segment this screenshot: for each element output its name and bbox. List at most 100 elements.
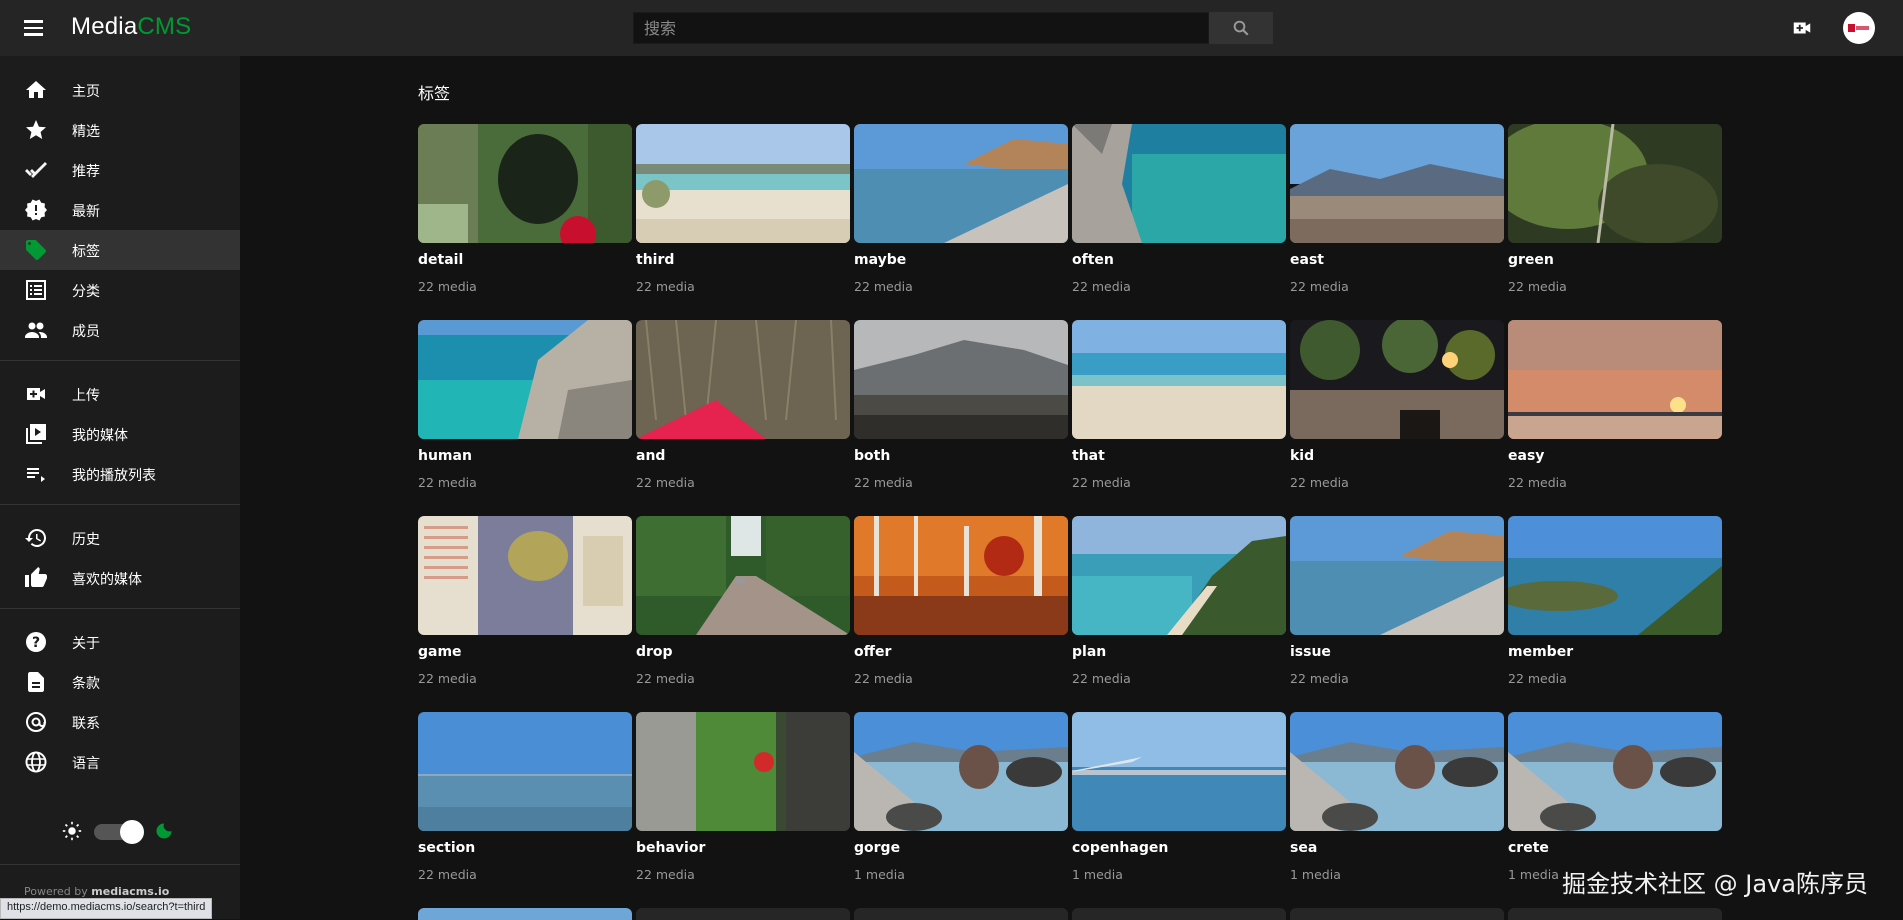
tag-name[interactable]: third bbox=[636, 252, 674, 268]
tag-card[interactable]: member 22 media bbox=[1508, 516, 1722, 686]
tag-thumbnail[interactable] bbox=[1072, 320, 1286, 439]
tag-thumbnail[interactable] bbox=[1290, 516, 1504, 635]
tag-name[interactable]: green bbox=[1508, 252, 1554, 268]
tag-card[interactable]: crete 1 media bbox=[1508, 712, 1722, 882]
tag-name[interactable]: easy bbox=[1508, 448, 1544, 464]
tag-card[interactable]: east 22 media bbox=[1290, 124, 1504, 294]
tag-thumbnail[interactable] bbox=[636, 516, 850, 635]
tag-thumbnail[interactable] bbox=[854, 124, 1068, 243]
tag-card[interactable]: often 22 media bbox=[1072, 124, 1286, 294]
toggle-knob[interactable] bbox=[120, 820, 144, 844]
tag-card[interactable]: detail 22 media bbox=[418, 124, 632, 294]
tag-name[interactable]: member bbox=[1508, 644, 1573, 660]
sidebar-item-at[interactable]: 联系 bbox=[0, 702, 240, 742]
tag-card-partial[interactable] bbox=[636, 908, 850, 920]
tag-card[interactable]: green 22 media bbox=[1508, 124, 1722, 294]
sidebar-item-star[interactable]: 精选 bbox=[0, 110, 240, 150]
tag-thumbnail[interactable] bbox=[1072, 516, 1286, 635]
sidebar-item-checkmark[interactable]: 推荐 bbox=[0, 150, 240, 190]
tag-card[interactable]: kid 22 media bbox=[1290, 320, 1504, 490]
tag-name[interactable]: human bbox=[418, 448, 472, 464]
tag-thumbnail[interactable] bbox=[418, 516, 632, 635]
tag-card[interactable]: copenhagen 1 media bbox=[1072, 712, 1286, 882]
sidebar-item-new-releases[interactable]: 最新 bbox=[0, 190, 240, 230]
tag-thumbnail[interactable] bbox=[1072, 124, 1286, 243]
tag-thumbnail[interactable] bbox=[418, 320, 632, 439]
tag-card-partial[interactable] bbox=[1290, 908, 1504, 920]
menu-icon[interactable] bbox=[22, 17, 46, 39]
tag-name[interactable]: that bbox=[1072, 448, 1105, 464]
tag-name[interactable]: detail bbox=[418, 252, 463, 268]
tag-card[interactable]: offer 22 media bbox=[854, 516, 1068, 686]
sidebar-item-list[interactable]: 分类 bbox=[0, 270, 240, 310]
tag-card[interactable]: section 22 media bbox=[418, 712, 632, 882]
tag-thumbnail[interactable] bbox=[1072, 712, 1286, 831]
sidebar-item-document[interactable]: 条款 bbox=[0, 662, 240, 702]
tag-card-partial[interactable] bbox=[854, 908, 1068, 920]
tag-name[interactable]: behavior bbox=[636, 840, 705, 856]
tag-card[interactable]: both 22 media bbox=[854, 320, 1068, 490]
tag-card-partial[interactable] bbox=[418, 908, 632, 920]
tag-card[interactable]: and 22 media bbox=[636, 320, 850, 490]
search-button[interactable] bbox=[1209, 12, 1273, 44]
tag-name[interactable]: crete bbox=[1508, 840, 1549, 856]
tag-card[interactable]: plan 22 media bbox=[1072, 516, 1286, 686]
tag-thumbnail[interactable] bbox=[1508, 516, 1722, 635]
tag-thumbnail[interactable] bbox=[1290, 124, 1504, 243]
tag-name[interactable]: gorge bbox=[854, 840, 900, 856]
tag-thumbnail[interactable] bbox=[418, 124, 632, 243]
tag-card[interactable]: third 22 media bbox=[636, 124, 850, 294]
tag-thumbnail[interactable] bbox=[1508, 712, 1722, 831]
upload-video-icon[interactable] bbox=[1791, 17, 1813, 39]
tag-card[interactable]: sea 1 media bbox=[1290, 712, 1504, 882]
tag-card[interactable]: gorge 1 media bbox=[854, 712, 1068, 882]
sidebar-item-help[interactable]: ? 关于 bbox=[0, 622, 240, 662]
tag-thumbnail[interactable] bbox=[636, 712, 850, 831]
tag-name[interactable]: east bbox=[1290, 252, 1324, 268]
sidebar-item-my-media[interactable]: 我的媒体 bbox=[0, 414, 240, 454]
tag-thumbnail[interactable] bbox=[636, 124, 850, 243]
tag-card-partial[interactable] bbox=[1072, 908, 1286, 920]
tag-name[interactable]: and bbox=[636, 448, 665, 464]
tag-name[interactable]: maybe bbox=[854, 252, 906, 268]
tag-name[interactable]: section bbox=[418, 840, 475, 856]
sidebar-item-playlist[interactable]: 我的播放列表 bbox=[0, 454, 240, 494]
tag-card[interactable]: human 22 media bbox=[418, 320, 632, 490]
tag-name[interactable]: both bbox=[854, 448, 890, 464]
powered-by-link[interactable]: mediacms.io bbox=[91, 885, 169, 898]
tag-thumbnail[interactable] bbox=[1290, 320, 1504, 439]
tag-name[interactable]: drop bbox=[636, 644, 673, 660]
sidebar-item-home[interactable]: 主页 bbox=[0, 70, 240, 110]
avatar[interactable] bbox=[1843, 12, 1875, 44]
tag-name[interactable]: offer bbox=[854, 644, 891, 660]
tag-name[interactable]: issue bbox=[1290, 644, 1331, 660]
tag-name[interactable]: sea bbox=[1290, 840, 1317, 856]
sidebar-item-thumbs-up[interactable]: 喜欢的媒体 bbox=[0, 558, 240, 598]
tag-card[interactable]: game 22 media bbox=[418, 516, 632, 686]
tag-card[interactable]: that 22 media bbox=[1072, 320, 1286, 490]
tag-thumbnail[interactable] bbox=[1508, 124, 1722, 243]
tag-card-partial[interactable] bbox=[1508, 908, 1722, 920]
sidebar-item-history[interactable]: 历史 bbox=[0, 518, 240, 558]
tag-card[interactable]: issue 22 media bbox=[1290, 516, 1504, 686]
tag-thumbnail[interactable] bbox=[854, 516, 1068, 635]
tag-thumbnail[interactable] bbox=[636, 320, 850, 439]
sidebar-item-upload-video[interactable]: 上传 bbox=[0, 374, 240, 414]
sidebar-item-tag[interactable]: 标签 bbox=[0, 230, 240, 270]
tag-name[interactable]: copenhagen bbox=[1072, 840, 1168, 856]
tag-thumbnail[interactable] bbox=[418, 712, 632, 831]
sidebar-item-globe[interactable]: 语言 bbox=[0, 742, 240, 782]
tag-name[interactable]: often bbox=[1072, 252, 1114, 268]
search-input[interactable] bbox=[633, 12, 1209, 44]
tag-name[interactable]: plan bbox=[1072, 644, 1106, 660]
tag-card[interactable]: drop 22 media bbox=[636, 516, 850, 686]
tag-name[interactable]: kid bbox=[1290, 448, 1314, 464]
tag-thumbnail[interactable] bbox=[854, 712, 1068, 831]
theme-switch[interactable] bbox=[60, 816, 190, 846]
tag-name[interactable]: game bbox=[418, 644, 462, 660]
logo[interactable]: MediaCMS bbox=[71, 13, 191, 41]
tag-thumbnail[interactable] bbox=[854, 320, 1068, 439]
tag-card[interactable]: behavior 22 media bbox=[636, 712, 850, 882]
sidebar-item-people[interactable]: 成员 bbox=[0, 310, 240, 350]
tag-thumbnail[interactable] bbox=[1508, 320, 1722, 439]
